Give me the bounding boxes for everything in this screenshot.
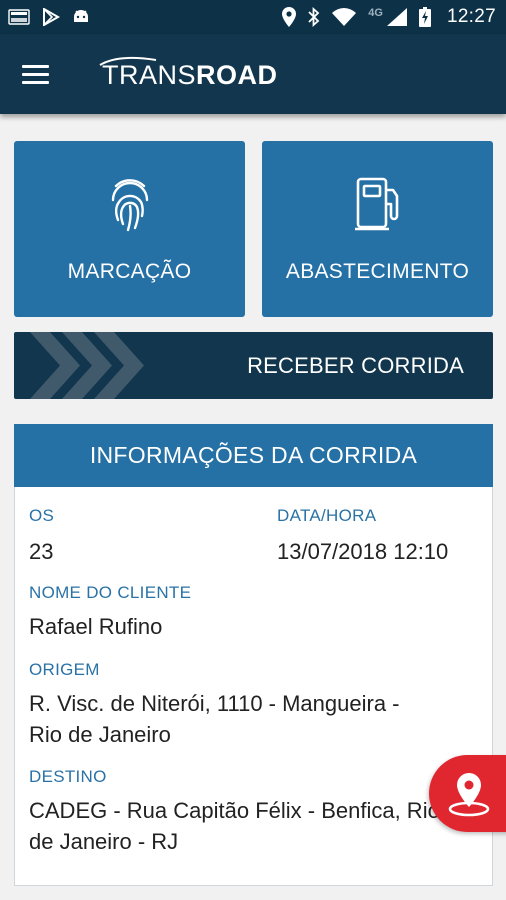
play-store-icon — [42, 8, 60, 26]
datetime-field: DATA/HORA 13/07/2018 12:10 — [277, 506, 448, 567]
datetime-label: DATA/HORA — [277, 506, 377, 525]
origin-line-1: R. Visc. de Niterói, 1110 - Mangueira - — [29, 691, 400, 716]
chevrons-icon — [30, 332, 144, 399]
os-field: OS 23 — [29, 506, 54, 567]
origin-field: ORIGEM R. Visc. de Niterói, 1110 - Mangu… — [29, 660, 472, 750]
datetime-value: 13/07/2018 12:10 — [277, 539, 449, 564]
status-bar: 4G 12:27 — [0, 0, 506, 34]
fuel-pump-icon — [354, 174, 401, 234]
receber-corrida-label: RECEBER CORRIDA — [247, 353, 464, 378]
destination-line-1: CADEG - Rua Capitão Félix - Benfica, Rio — [29, 798, 440, 823]
abastecimento-button[interactable]: ABASTECIMENTO — [262, 141, 493, 317]
origin-line-2: Rio de Janeiro — [29, 722, 171, 747]
os-label: OS — [29, 506, 55, 525]
receber-corrida-button[interactable]: RECEBER CORRIDA — [14, 332, 493, 399]
android-icon — [72, 8, 90, 26]
client-label: NOME DO CLIENTE — [29, 583, 192, 602]
app-logo: TRANSROAD — [99, 56, 278, 91]
status-bar-notifications — [8, 8, 90, 26]
client-value: Rafael Rufino — [29, 614, 163, 639]
logo-swoosh-icon — [99, 56, 157, 66]
fingerprint-icon — [110, 174, 150, 234]
wifi-icon — [332, 8, 357, 26]
hamburger-menu-icon[interactable] — [22, 54, 62, 94]
ride-info-card: INFORMAÇÕES DA CORRIDA OS 23 DATA/HORA 1… — [14, 424, 493, 886]
client-field: NOME DO CLIENTE Rafael Rufino — [29, 583, 472, 642]
destination-field: DESTINO CADEG - Rua Capitão Félix - Benf… — [29, 767, 472, 857]
card-title: INFORMAÇÕES DA CORRIDA — [14, 424, 493, 487]
map-pin-icon — [448, 772, 490, 816]
bluetooth-icon — [308, 7, 320, 27]
signal-icon — [386, 8, 407, 26]
destination-label: DESTINO — [29, 767, 107, 786]
clock: 12:27 — [446, 6, 496, 27]
destination-line-2: de Janeiro - RJ — [29, 829, 179, 854]
roadmap-icon — [8, 9, 30, 25]
location-icon — [282, 7, 297, 27]
marcacao-label: MARCAÇÃO — [67, 260, 192, 283]
app-bar: TRANSROAD — [0, 34, 506, 114]
network-type: 4G — [368, 7, 383, 19]
map-location-button[interactable] — [429, 755, 506, 832]
abastecimento-label: ABASTECIMENTO — [285, 260, 470, 283]
os-value: 23 — [29, 539, 54, 564]
origin-label: ORIGEM — [29, 660, 100, 679]
logo-text-bold: ROAD — [196, 59, 278, 90]
status-bar-system: 4G 12:27 — [282, 6, 496, 28]
marcacao-button[interactable]: MARCAÇÃO — [14, 141, 245, 317]
battery-charging-icon — [418, 7, 431, 27]
